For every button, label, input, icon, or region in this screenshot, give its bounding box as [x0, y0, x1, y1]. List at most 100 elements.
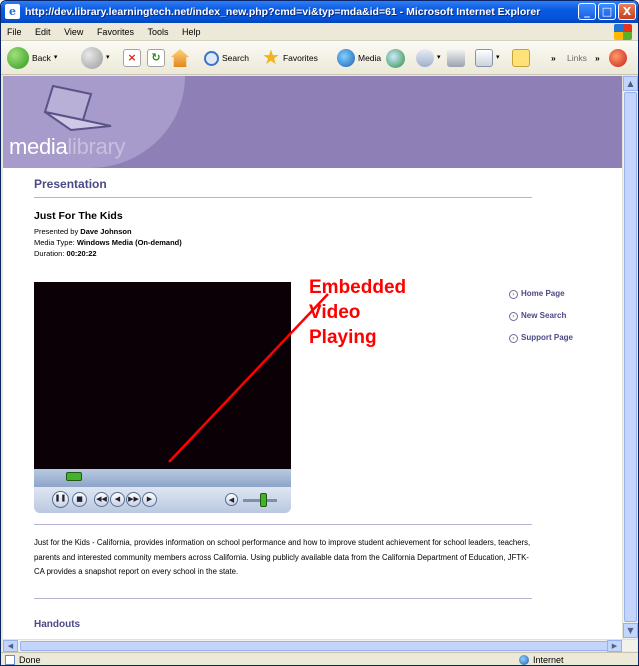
mail-button[interactable]: ▾ [416, 41, 441, 75]
internet-zone-icon [519, 655, 529, 665]
annotation-arrow-icon [168, 293, 329, 463]
site-banner: medialibrary [3, 76, 622, 168]
window-title: http://dev.library.learningtech.net/inde… [25, 6, 541, 18]
forward-arrow-icon [81, 47, 103, 69]
media-label: Media [358, 53, 382, 63]
history-icon [386, 48, 405, 68]
pause-button[interactable]: ❚❚ [52, 491, 69, 508]
home-icon [171, 49, 189, 67]
zone-text: Internet [533, 655, 564, 665]
edit-button[interactable]: ▾ [475, 41, 500, 75]
vertical-scroll-thumb[interactable] [624, 92, 637, 622]
search-icon [204, 50, 219, 66]
circle-arrow-icon: › [509, 289, 518, 299]
divider [34, 598, 532, 599]
annotation-line-1: Embedded [309, 277, 407, 298]
logo-library: library [67, 134, 126, 159]
duration-value: 00:20:22 [66, 249, 97, 258]
minimize-button[interactable]: _ [578, 3, 596, 20]
refresh-button[interactable]: ↻ [147, 41, 165, 75]
print-button[interactable] [447, 41, 465, 75]
back-button[interactable]: Back ▾ [7, 41, 57, 75]
menu-file[interactable]: File [7, 23, 22, 41]
media-button[interactable]: Media [337, 41, 381, 75]
fast-forward-button[interactable]: ▶▶ [126, 492, 141, 507]
links-toolbar[interactable]: Links [567, 41, 587, 75]
status-text: Done [19, 655, 41, 665]
menu-favorites[interactable]: Favorites [97, 23, 134, 41]
divider [34, 524, 532, 525]
menu-bar: File Edit View Favorites Tools Help [1, 23, 638, 41]
previous-button[interactable]: ◀◀ [94, 492, 109, 507]
laptop-logo-icon [43, 84, 112, 132]
media-icon [337, 49, 355, 67]
edit-dropdown-icon: ▾ [496, 54, 500, 61]
circle-arrow-icon: › [509, 311, 518, 321]
refresh-icon: ↻ [147, 49, 165, 67]
menu-edit[interactable]: Edit [35, 23, 51, 41]
vertical-scrollbar[interactable]: ▲ ▼ [622, 76, 638, 639]
divider [34, 197, 532, 198]
presenter-line: Presented by Dave Johnson [34, 227, 132, 237]
rewind-button[interactable]: ◀ [110, 492, 125, 507]
volume-slider[interactable] [260, 493, 268, 507]
stop-button[interactable]: × [123, 41, 141, 75]
logo-media: media [9, 134, 68, 159]
mail-dropdown-icon: ▾ [437, 54, 441, 61]
support-page-label: Support Page [521, 333, 574, 342]
back-label: Back [32, 53, 51, 63]
support-page-link[interactable]: › Support Page [509, 327, 573, 349]
site-logo[interactable]: medialibrary [9, 133, 126, 161]
messenger-button[interactable] [512, 41, 530, 75]
mute-button[interactable]: ◀ [225, 493, 238, 506]
horizontal-scrollbar[interactable]: ◀ ▶ [3, 639, 637, 652]
title-bar: e http://dev.library.learningtech.net/in… [1, 1, 638, 23]
forward-button[interactable]: ▾ [81, 41, 110, 75]
scroll-left-icon[interactable]: ◀ [3, 640, 18, 652]
home-button[interactable] [171, 41, 189, 75]
page-viewport: medialibrary Presentation Just For The K… [3, 76, 622, 639]
favorites-button[interactable]: ★ Favorites [262, 41, 318, 75]
stop-playback-button[interactable]: ■ [72, 492, 87, 507]
presentation-title: Just For The Kids [34, 210, 123, 222]
back-arrow-icon [7, 47, 29, 69]
circle-arrow-icon: › [509, 333, 518, 343]
section-title: Presentation [34, 177, 107, 191]
new-search-link[interactable]: › New Search [509, 305, 573, 327]
links-label: Links [567, 53, 587, 63]
menu-help[interactable]: Help [182, 23, 201, 41]
extension-icon [609, 49, 627, 67]
new-search-label: New Search [521, 311, 567, 320]
windows-logo-icon [614, 24, 632, 40]
page-done-icon [5, 655, 15, 665]
presenter-name: Dave Johnson [80, 227, 132, 236]
maximize-button[interactable]: □ [598, 3, 616, 20]
history-button[interactable] [386, 41, 405, 75]
scroll-up-icon[interactable]: ▲ [623, 76, 638, 91]
menu-view[interactable]: View [64, 23, 83, 41]
seek-bar[interactable] [34, 469, 291, 487]
presenter-label: Presented by [34, 227, 79, 236]
annotation-line-3: Playing [309, 327, 377, 348]
search-button[interactable]: Search [204, 41, 249, 75]
horizontal-scroll-thumb[interactable] [20, 641, 620, 651]
seek-thumb[interactable] [65, 472, 82, 481]
links-overflow-button[interactable]: » [595, 41, 600, 75]
extension-button[interactable] [609, 41, 627, 75]
scroll-right-icon[interactable]: ▶ [607, 640, 622, 652]
presentation-description: Just for the Kids - California, provides… [34, 538, 531, 576]
menu-tools[interactable]: Tools [147, 23, 168, 41]
toolbar: Back ▾ ▾ × ↻ Search ★ Favorites Media ▾ … [1, 41, 638, 75]
close-button[interactable]: X [618, 3, 636, 20]
media-type-label: Media Type: [34, 238, 75, 247]
mail-icon [416, 49, 434, 67]
next-button[interactable]: ▶ [142, 492, 157, 507]
browser-window: e http://dev.library.learningtech.net/in… [0, 0, 639, 666]
back-dropdown-icon: ▾ [53, 54, 58, 61]
duration-label: Duration: [34, 249, 65, 258]
home-page-link[interactable]: › Home Page [509, 283, 573, 305]
scroll-down-icon[interactable]: ▼ [623, 623, 638, 638]
toolbar-chevron: » [551, 53, 556, 63]
duration-line: Duration: 00:20:22 [34, 249, 97, 259]
toolbar-overflow-button[interactable]: » [551, 41, 556, 75]
